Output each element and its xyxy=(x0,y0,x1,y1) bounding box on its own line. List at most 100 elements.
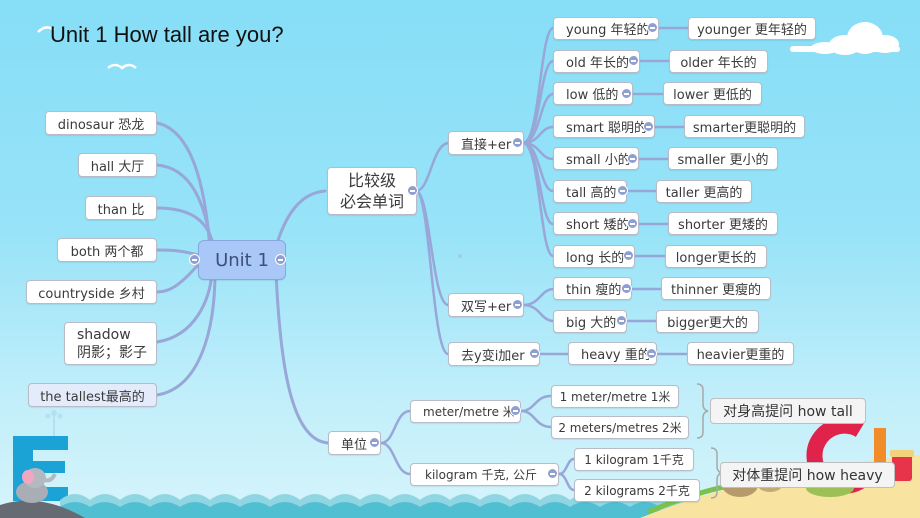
collapse-icon[interactable] xyxy=(189,254,200,265)
collapse-icon[interactable] xyxy=(512,137,523,148)
base-word-label: young 年轻的 xyxy=(566,23,650,38)
base-word-label: small 小的 xyxy=(566,153,631,168)
base-word-label: smart 聪明的 xyxy=(566,121,647,136)
unit-item-label: 1 meter/metre 1米 xyxy=(559,390,671,404)
word-node[interactable]: both 两个都 xyxy=(57,238,157,262)
comparative-word-node[interactable]: thinner 更瘦的 xyxy=(661,277,771,300)
word-node[interactable]: than 比 xyxy=(85,196,157,220)
central-topic-label: Unit 1 xyxy=(215,249,269,271)
word-label: the tallest最高的 xyxy=(40,389,145,405)
collapse-icon[interactable] xyxy=(646,348,657,359)
word-node[interactable]: hall 大厅 xyxy=(78,153,157,177)
base-word-label: big 大的 xyxy=(566,316,617,331)
word-label: hall 大厅 xyxy=(90,159,145,175)
collapse-icon[interactable] xyxy=(627,153,638,164)
comparative-label: 比较级 xyxy=(347,171,396,190)
comparative-word-label: thinner 更瘦的 xyxy=(671,283,761,298)
summary-note-label: 对体重提问 how heavy xyxy=(732,468,883,484)
unit-item-node[interactable]: 1 kilogram 1千克 xyxy=(574,448,694,471)
unit-item-node[interactable]: 1 meter/metre 1米 xyxy=(551,385,679,408)
comparative-word-node[interactable]: bigger更大的 xyxy=(656,310,759,333)
collapse-icon[interactable] xyxy=(621,283,632,294)
comparative-word-label: smaller 更小的 xyxy=(677,153,769,168)
comparative-word-node[interactable]: younger 更年轻的 xyxy=(688,17,816,40)
collapse-icon[interactable] xyxy=(627,218,638,229)
comparative-word-node[interactable]: longer更长的 xyxy=(665,245,767,268)
unit-group-label: meter/metre 米 xyxy=(423,405,515,419)
word-label: both 两个都 xyxy=(70,244,144,260)
comparative-word-node[interactable]: smarter更聪明的 xyxy=(684,115,805,138)
base-word-label: tall 高的 xyxy=(566,186,617,201)
rule-node[interactable]: 去y变i加er xyxy=(448,342,540,366)
collapse-icon[interactable] xyxy=(512,299,523,310)
summary-note-label: 对身高提问 how tall xyxy=(723,404,853,420)
unit-item-label: 2 meters/metres 2米 xyxy=(558,421,682,435)
unit-item-label: 1 kilogram 1千克 xyxy=(584,453,684,467)
base-word-label: heavy 重的 xyxy=(581,348,651,363)
unit-item-node[interactable]: 2 kilograms 2千克 xyxy=(574,479,700,502)
base-word-node[interactable]: heavy 重的 xyxy=(568,342,657,365)
collapse-icon[interactable] xyxy=(623,250,634,261)
base-word-label: thin 瘦的 xyxy=(566,283,622,298)
comparative-word-label: shorter 更矮的 xyxy=(678,218,768,233)
collapse-icon[interactable] xyxy=(369,437,380,448)
base-word-node[interactable]: smart 聪明的 xyxy=(553,115,655,138)
unit-group-node[interactable]: meter/metre 米 xyxy=(410,400,521,423)
comparative-word-label: heavier更重的 xyxy=(696,348,785,363)
unit-group-label: kilogram 千克, 公斤 xyxy=(425,468,537,482)
collapse-icon[interactable] xyxy=(647,22,658,33)
comparative-word-node[interactable]: older 年长的 xyxy=(669,50,768,73)
rule-label: 去y变i加er xyxy=(461,348,525,364)
word-label: dinosaur 恐龙 xyxy=(57,117,145,133)
base-word-label: low 低的 xyxy=(566,88,619,103)
comparative-word-label: longer更长的 xyxy=(675,251,757,266)
units-label: 单位 xyxy=(341,437,368,453)
unit-group-node[interactable]: kilogram 千克, 公斤 xyxy=(410,463,559,486)
word-node[interactable]: countryside 乡村 xyxy=(26,280,157,304)
unit-item-label: 2 kilograms 2千克 xyxy=(584,484,690,498)
collapse-icon[interactable] xyxy=(547,468,558,479)
base-word-node[interactable]: young 年轻的 xyxy=(553,17,659,40)
comparative-word-node[interactable]: taller 更高的 xyxy=(656,180,752,203)
base-word-node[interactable]: old 年长的 xyxy=(553,50,640,73)
comparative-word-node[interactable]: shorter 更矮的 xyxy=(668,212,778,235)
central-topic[interactable]: Unit 1 xyxy=(198,240,286,280)
comparative-word-label: bigger更大的 xyxy=(667,316,748,331)
word-label: countryside 乡村 xyxy=(38,286,145,302)
word-label: than 比 xyxy=(97,202,145,218)
word-node[interactable]: dinosaur 恐龙 xyxy=(45,111,157,135)
word-label: shadow xyxy=(77,326,131,343)
summary-note[interactable]: 对身高提问 how tall xyxy=(710,398,866,424)
collapse-icon[interactable] xyxy=(617,185,628,196)
comparative-word-label: smarter更聪明的 xyxy=(692,121,797,136)
unit-item-node[interactable]: 2 meters/metres 2米 xyxy=(551,416,689,439)
comparative-word-node[interactable]: smaller 更小的 xyxy=(668,147,778,170)
word-node[interactable]: the tallest最高的 xyxy=(28,383,157,407)
page-title: Unit 1 How tall are you? xyxy=(50,22,284,47)
base-word-label: short 矮的 xyxy=(566,218,630,233)
base-word-node[interactable]: tall 高的 xyxy=(553,180,627,203)
collapse-icon[interactable] xyxy=(510,405,521,416)
collapse-icon[interactable] xyxy=(628,55,639,66)
base-word-label: long 长的 xyxy=(566,251,625,266)
collapse-icon[interactable] xyxy=(616,315,627,326)
comparative-word-label: lower 更低的 xyxy=(673,88,752,103)
comparative-word-node[interactable]: lower 更低的 xyxy=(663,82,762,105)
base-word-label: old 年长的 xyxy=(566,56,629,71)
collapse-icon[interactable] xyxy=(643,121,654,132)
rule-label: 双写+er xyxy=(461,299,512,315)
collapse-icon[interactable] xyxy=(407,185,418,196)
summary-note[interactable]: 对体重提问 how heavy xyxy=(720,462,895,488)
comparative-topic[interactable]: 比较级 必会单词 xyxy=(327,167,417,215)
comparative-word-label: taller 更高的 xyxy=(665,186,743,201)
comparative-word-label: younger 更年轻的 xyxy=(697,23,807,38)
collapse-icon[interactable] xyxy=(529,348,540,359)
rule-label: 直接+er xyxy=(461,137,512,153)
comparative-word-node[interactable]: heavier更重的 xyxy=(687,342,794,365)
comparative-label-line2: 必会单词 xyxy=(339,192,404,211)
collapse-icon[interactable] xyxy=(621,88,632,99)
comparative-word-label: older 年长的 xyxy=(680,56,757,71)
word-translation: 阴影；影子 xyxy=(77,344,147,361)
word-node[interactable]: shadow 阴影；影子 xyxy=(64,322,157,365)
collapse-icon[interactable] xyxy=(275,254,286,265)
